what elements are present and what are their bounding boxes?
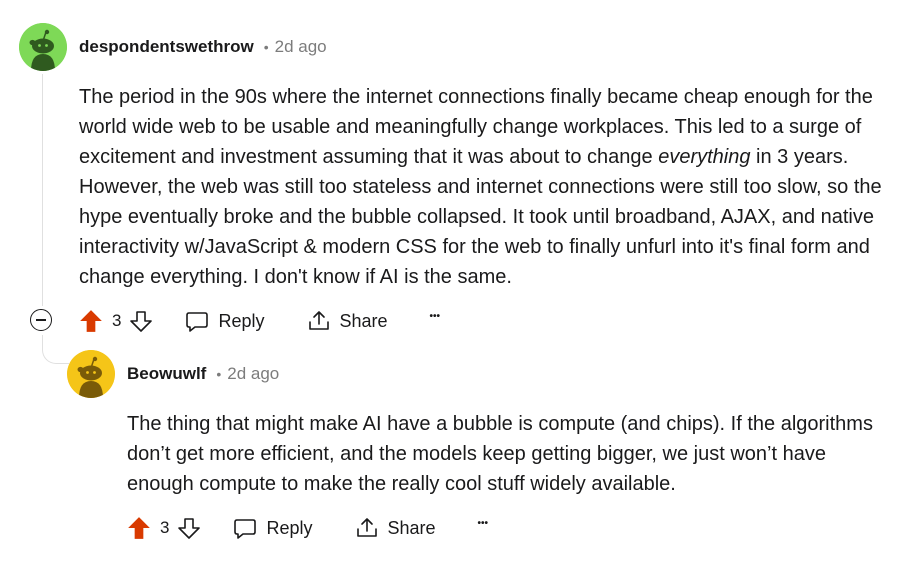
share-label: Share — [387, 517, 436, 538]
avatar[interactable] — [67, 350, 115, 398]
more-options-button[interactable]: ••• — [478, 519, 489, 537]
more-options-button[interactable]: ••• — [430, 312, 441, 330]
avatar[interactable] — [19, 23, 67, 71]
comment-actions: 3 Reply Share ••• — [78, 305, 440, 337]
upvote-arrow-icon — [80, 310, 102, 332]
comment-body: The thing that might make AI have a bubb… — [127, 413, 873, 495]
downvote-arrow-icon — [130, 311, 153, 332]
share-button[interactable]: Share — [307, 309, 388, 333]
vote-score: 3 — [160, 518, 170, 537]
thread-line — [42, 74, 43, 306]
minus-icon — [36, 319, 46, 321]
thread-connector — [42, 335, 69, 364]
downvote-arrow-icon — [178, 518, 201, 539]
upvote-arrow-icon — [128, 517, 150, 539]
snoo-avatar-icon — [19, 23, 67, 71]
share-button[interactable]: Share — [355, 516, 436, 540]
timestamp[interactable]: 2d ago — [227, 364, 279, 384]
comment-bubble-icon — [186, 312, 209, 332]
comment-bubble-icon — [234, 519, 257, 539]
reply-button[interactable]: Reply — [185, 309, 265, 333]
vote-score: 3 — [112, 311, 122, 330]
collapse-thread-button[interactable] — [30, 309, 52, 331]
meta-separator: • — [216, 366, 222, 382]
comment-meta: Beowuwlf • 2d ago — [127, 364, 279, 384]
reply-label: Reply — [218, 310, 265, 331]
reply-label: Reply — [266, 517, 313, 538]
more-options-icon: ••• — [477, 518, 489, 529]
username[interactable]: Beowuwlf — [127, 364, 206, 384]
reply-button[interactable]: Reply — [233, 516, 313, 540]
upvote-button[interactable] — [78, 308, 104, 334]
timestamp[interactable]: 2d ago — [275, 37, 327, 57]
share-icon — [308, 311, 329, 330]
comment-meta: despondentswethrow • 2d ago — [79, 37, 327, 57]
comment-body: The period in the 90s where the internet… — [79, 82, 899, 292]
comment-emphasis: everything — [658, 146, 751, 168]
meta-separator: • — [263, 39, 269, 55]
downvote-button[interactable] — [177, 516, 201, 540]
upvote-button[interactable] — [126, 515, 152, 541]
share-label: Share — [339, 310, 388, 331]
share-icon — [356, 518, 377, 537]
comment-actions: 3 Reply Share ••• — [126, 512, 488, 544]
more-options-icon: ••• — [429, 311, 441, 322]
username[interactable]: despondentswethrow — [79, 37, 254, 57]
downvote-button[interactable] — [129, 309, 153, 333]
snoo-avatar-icon — [67, 350, 115, 398]
